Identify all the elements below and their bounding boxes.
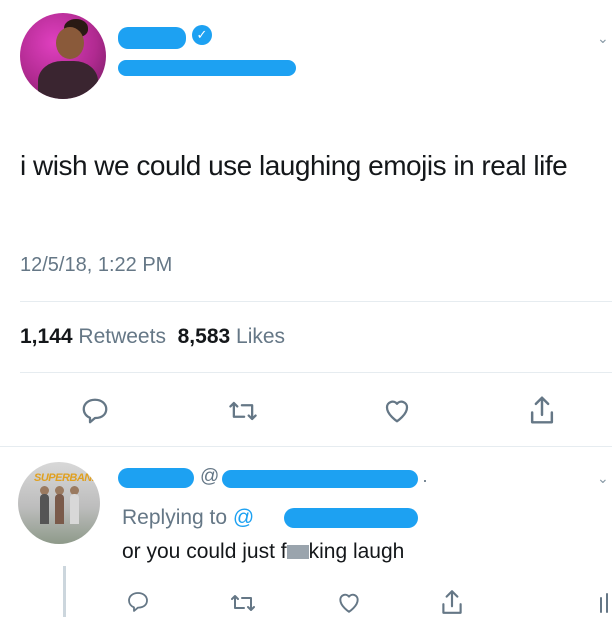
- chevron-down-icon[interactable]: ⌄: [597, 30, 609, 47]
- share-icon[interactable]: [528, 394, 556, 426]
- avatar-figure: [40, 494, 49, 524]
- retweets-count: 1,144: [20, 325, 73, 348]
- reply-author-handle-redaction: [222, 470, 418, 488]
- analytics-icon[interactable]: [598, 592, 610, 614]
- tweet-text: i wish we could use laughing emojis in r…: [20, 150, 568, 181]
- reply-text-start: or you could just f: [122, 540, 287, 563]
- reply-author-avatar[interactable]: SUPERBAND: [18, 462, 100, 544]
- tweet-timestamp[interactable]: 12/5/18, 1:22 PM: [20, 254, 172, 277]
- replying-to: Replying to @: [122, 506, 254, 530]
- reply-text: or you could just f king laugh: [122, 540, 404, 564]
- reply-author-handle-at: @: [200, 466, 220, 487]
- divider: [20, 301, 612, 302]
- author-avatar[interactable]: [20, 13, 106, 99]
- reply-text-end: king laugh: [308, 540, 405, 563]
- avatar-head: [56, 27, 84, 59]
- divider: [20, 372, 612, 373]
- reply-icon[interactable]: [126, 590, 150, 614]
- heart-icon[interactable]: [336, 590, 362, 614]
- chevron-down-icon[interactable]: ⌄: [597, 470, 609, 487]
- author-handle-redaction: [118, 60, 296, 76]
- replying-to-handle-redaction: [284, 508, 418, 528]
- replying-to-mention[interactable]: @: [233, 506, 254, 529]
- likes-count: 8,583: [177, 325, 231, 348]
- divider: [0, 446, 612, 447]
- reply-icon[interactable]: [80, 396, 110, 426]
- share-icon[interactable]: [440, 588, 464, 616]
- author-name-redaction: [118, 27, 186, 49]
- retweet-icon[interactable]: [227, 398, 259, 424]
- tweet-stats: 1,144 Retweets 8,583 Likes: [20, 325, 285, 349]
- heart-icon[interactable]: [382, 396, 412, 424]
- reply-author-name-redaction: [118, 468, 194, 488]
- avatar-figure: [55, 494, 64, 524]
- avatar-band-logo: SUPERBAND: [34, 472, 100, 484]
- thread-line: [63, 566, 66, 617]
- replying-to-label: Replying to: [122, 506, 228, 529]
- retweets-stat[interactable]: 1,144 Retweets: [20, 325, 166, 348]
- retweet-icon[interactable]: [229, 592, 257, 614]
- likes-label: Likes: [236, 325, 286, 348]
- likes-stat[interactable]: 8,583 Likes: [178, 325, 285, 348]
- censor-block: [286, 545, 309, 559]
- avatar-shirt: [38, 61, 98, 99]
- retweets-label: Retweets: [78, 325, 166, 348]
- separator-dot: ·: [422, 470, 428, 490]
- avatar-figure: [70, 494, 79, 524]
- verified-badge-icon: ✓: [192, 25, 212, 45]
